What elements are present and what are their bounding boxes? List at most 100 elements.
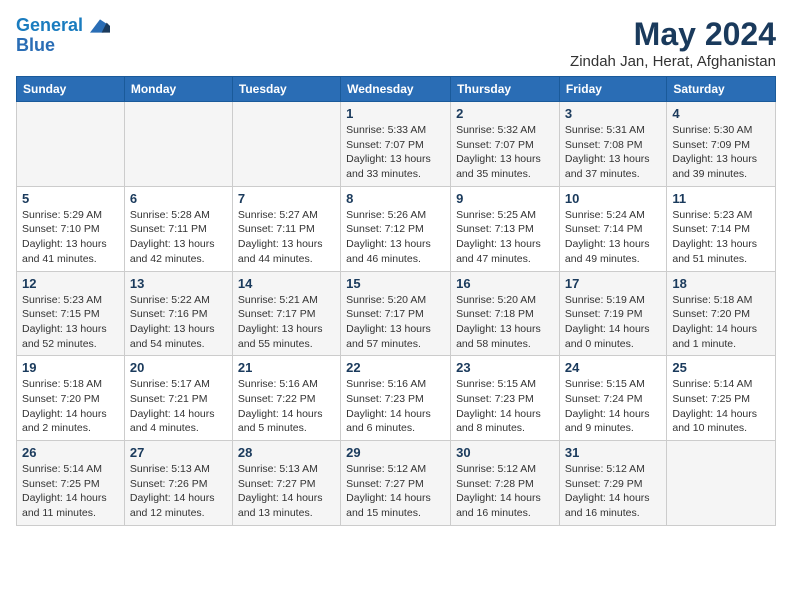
calendar-week-row: 5Sunrise: 5:29 AM Sunset: 7:10 PM Daylig… [17, 186, 776, 271]
day-info: Sunrise: 5:16 AM Sunset: 7:23 PM Dayligh… [346, 377, 445, 436]
day-number: 12 [22, 276, 119, 291]
day-info: Sunrise: 5:28 AM Sunset: 7:11 PM Dayligh… [130, 208, 227, 267]
day-number: 2 [456, 106, 554, 121]
day-info: Sunrise: 5:24 AM Sunset: 7:14 PM Dayligh… [565, 208, 661, 267]
calendar-cell [124, 102, 232, 187]
day-number: 10 [565, 191, 661, 206]
day-number: 8 [346, 191, 445, 206]
calendar-cell: 24Sunrise: 5:15 AM Sunset: 7:24 PM Dayli… [559, 356, 666, 441]
location-subtitle: Zindah Jan, Herat, Afghanistan [570, 53, 776, 70]
day-number: 13 [130, 276, 227, 291]
day-info: Sunrise: 5:13 AM Sunset: 7:26 PM Dayligh… [130, 462, 227, 521]
calendar-cell: 19 Sunrise: 5:18 AM Sunset: 7:20 PM Dayli… [17, 356, 125, 441]
day-number: 16 [456, 276, 554, 291]
day-number: 22 [346, 360, 445, 375]
calendar-cell: 26 Sunrise: 5:14 AM Sunset: 7:25 PM Dayli… [17, 441, 125, 526]
weekday-header-thursday: Thursday [451, 77, 560, 102]
day-info: Sunrise: 5:23 AM Sunset: 7:14 PM Dayligh… [672, 208, 770, 267]
day-number: 1 [346, 106, 445, 121]
calendar-table: SundayMondayTuesdayWednesdayThursdayFrid… [16, 76, 776, 526]
logo-icon [90, 19, 110, 33]
calendar-cell: 3 Sunrise: 5:31 AM Sunset: 7:08 PM Daylig… [559, 102, 666, 187]
calendar-week-row: 1 Sunrise: 5:33 AM Sunset: 7:07 PM Daylig… [17, 102, 776, 187]
weekday-header-monday: Monday [124, 77, 232, 102]
calendar-cell [17, 102, 125, 187]
weekday-header-tuesday: Tuesday [232, 77, 340, 102]
day-number: 17 [565, 276, 661, 291]
day-info: Sunrise: 5:31 AM Sunset: 7:08 PM Dayligh… [565, 123, 661, 182]
calendar-cell: 16 Sunrise: 5:20 AM Sunset: 7:18 PM Dayli… [451, 271, 560, 356]
day-info: Sunrise: 5:15 AM Sunset: 7:24 PM Dayligh… [565, 377, 661, 436]
day-number: 31 [565, 445, 661, 460]
day-info: Sunrise: 5:30 AM Sunset: 7:09 PM Dayligh… [672, 123, 770, 182]
weekday-header-wednesday: Wednesday [341, 77, 451, 102]
day-info: Sunrise: 5:14 AM Sunset: 7:25 PM Dayligh… [22, 462, 119, 521]
day-info: Sunrise: 5:15 AM Sunset: 7:23 PM Dayligh… [456, 377, 554, 436]
logo-blue-text: Blue [16, 36, 55, 56]
day-number: 21 [238, 360, 335, 375]
calendar-cell: 9Sunrise: 5:25 AM Sunset: 7:13 PM Daylig… [451, 186, 560, 271]
calendar-cell: 28Sunrise: 5:13 AM Sunset: 7:27 PM Dayli… [232, 441, 340, 526]
page-header: General Blue May 2024 Zindah Jan, Herat,… [16, 16, 776, 70]
day-info: Sunrise: 5:14 AM Sunset: 7:25 PM Dayligh… [672, 377, 770, 436]
day-number: 23 [456, 360, 554, 375]
calendar-cell: 31 Sunrise: 5:12 AM Sunset: 7:29 PM Dayli… [559, 441, 666, 526]
day-number: 15 [346, 276, 445, 291]
day-info: Sunrise: 5:12 AM Sunset: 7:28 PM Dayligh… [456, 462, 554, 521]
calendar-cell: 15 Sunrise: 5:20 AM Sunset: 7:17 PM Dayli… [341, 271, 451, 356]
day-info: Sunrise: 5:22 AM Sunset: 7:16 PM Dayligh… [130, 293, 227, 352]
day-number: 19 [22, 360, 119, 375]
calendar-cell: 21 Sunrise: 5:16 AM Sunset: 7:22 PM Dayli… [232, 356, 340, 441]
day-number: 3 [565, 106, 661, 121]
calendar-week-row: 26 Sunrise: 5:14 AM Sunset: 7:25 PM Dayli… [17, 441, 776, 526]
calendar-cell: 7Sunrise: 5:27 AM Sunset: 7:11 PM Daylig… [232, 186, 340, 271]
day-number: 4 [672, 106, 770, 121]
day-number: 18 [672, 276, 770, 291]
day-info: Sunrise: 5:18 AM Sunset: 7:20 PM Dayligh… [22, 377, 119, 436]
calendar-cell: 8Sunrise: 5:26 AM Sunset: 7:12 PM Daylig… [341, 186, 451, 271]
calendar-week-row: 12 Sunrise: 5:23 AM Sunset: 7:15 PM Dayli… [17, 271, 776, 356]
calendar-cell: 2 Sunrise: 5:32 AM Sunset: 7:07 PM Daylig… [451, 102, 560, 187]
day-info: Sunrise: 5:16 AM Sunset: 7:22 PM Dayligh… [238, 377, 335, 436]
calendar-cell: 11Sunrise: 5:23 AM Sunset: 7:14 PM Dayli… [667, 186, 776, 271]
logo: General Blue [16, 16, 110, 56]
day-info: Sunrise: 5:18 AM Sunset: 7:20 PM Dayligh… [672, 293, 770, 352]
calendar-week-row: 19 Sunrise: 5:18 AM Sunset: 7:20 PM Dayli… [17, 356, 776, 441]
calendar-cell: 14Sunrise: 5:21 AM Sunset: 7:17 PM Dayli… [232, 271, 340, 356]
calendar-cell: 27Sunrise: 5:13 AM Sunset: 7:26 PM Dayli… [124, 441, 232, 526]
day-info: Sunrise: 5:23 AM Sunset: 7:15 PM Dayligh… [22, 293, 119, 352]
calendar-cell: 20 Sunrise: 5:17 AM Sunset: 7:21 PM Dayli… [124, 356, 232, 441]
calendar-cell: 5Sunrise: 5:29 AM Sunset: 7:10 PM Daylig… [17, 186, 125, 271]
day-info: Sunrise: 5:12 AM Sunset: 7:29 PM Dayligh… [565, 462, 661, 521]
title-section: May 2024 Zindah Jan, Herat, Afghanistan [570, 16, 776, 70]
day-info: Sunrise: 5:17 AM Sunset: 7:21 PM Dayligh… [130, 377, 227, 436]
calendar-cell: 13 Sunrise: 5:22 AM Sunset: 7:16 PM Dayli… [124, 271, 232, 356]
calendar-cell: 18 Sunrise: 5:18 AM Sunset: 7:20 PM Dayli… [667, 271, 776, 356]
day-number: 26 [22, 445, 119, 460]
day-info: Sunrise: 5:19 AM Sunset: 7:19 PM Dayligh… [565, 293, 661, 352]
calendar-cell: 6 Sunrise: 5:28 AM Sunset: 7:11 PM Daylig… [124, 186, 232, 271]
calendar-cell [667, 441, 776, 526]
day-number: 5 [22, 191, 119, 206]
month-year-title: May 2024 [570, 16, 776, 53]
day-info: Sunrise: 5:32 AM Sunset: 7:07 PM Dayligh… [456, 123, 554, 182]
calendar-cell: 22 Sunrise: 5:16 AM Sunset: 7:23 PM Dayli… [341, 356, 451, 441]
day-info: Sunrise: 5:20 AM Sunset: 7:17 PM Dayligh… [346, 293, 445, 352]
calendar-cell: 17 Sunrise: 5:19 AM Sunset: 7:19 PM Dayli… [559, 271, 666, 356]
calendar-cell: 25Sunrise: 5:14 AM Sunset: 7:25 PM Dayli… [667, 356, 776, 441]
calendar-cell: 29Sunrise: 5:12 AM Sunset: 7:27 PM Dayli… [341, 441, 451, 526]
weekday-header-saturday: Saturday [667, 77, 776, 102]
day-info: Sunrise: 5:33 AM Sunset: 7:07 PM Dayligh… [346, 123, 445, 182]
calendar-cell: 12 Sunrise: 5:23 AM Sunset: 7:15 PM Dayli… [17, 271, 125, 356]
calendar-cell [232, 102, 340, 187]
day-info: Sunrise: 5:20 AM Sunset: 7:18 PM Dayligh… [456, 293, 554, 352]
day-info: Sunrise: 5:21 AM Sunset: 7:17 PM Dayligh… [238, 293, 335, 352]
day-number: 6 [130, 191, 227, 206]
calendar-cell: 23 Sunrise: 5:15 AM Sunset: 7:23 PM Dayli… [451, 356, 560, 441]
day-number: 28 [238, 445, 335, 460]
weekday-header-sunday: Sunday [17, 77, 125, 102]
calendar-cell: 10 Sunrise: 5:24 AM Sunset: 7:14 PM Dayli… [559, 186, 666, 271]
day-number: 20 [130, 360, 227, 375]
day-number: 30 [456, 445, 554, 460]
logo-text: General [16, 16, 110, 36]
